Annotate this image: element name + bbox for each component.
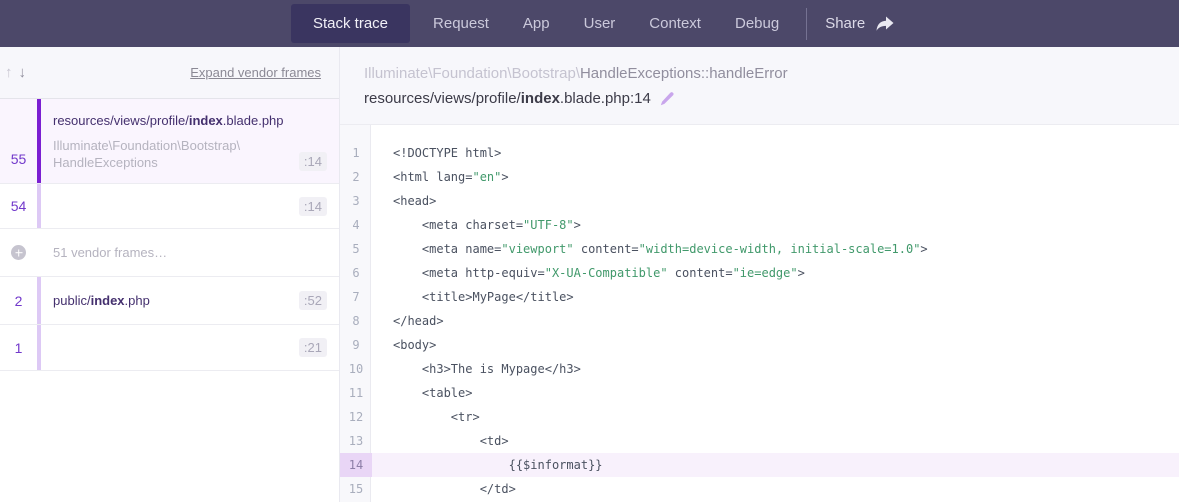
expand-plus-icon[interactable] (11, 245, 26, 260)
frame-line-number-badge: :14 (299, 197, 327, 216)
tab-user[interactable]: User (567, 2, 633, 45)
frame-number: 1 (0, 340, 37, 356)
tab-request[interactable]: Request (416, 2, 506, 45)
next-frame-arrow-icon[interactable]: ↓ (16, 62, 30, 83)
frame-file-path: public/index.php (41, 293, 299, 308)
expand-vendor-frames-link[interactable]: Expand vendor frames (190, 65, 321, 80)
top-nav: Stack trace Request App User Context Deb… (0, 0, 1179, 47)
code-line: 3<head> (340, 189, 1179, 213)
tab-stack-trace[interactable]: Stack trace (291, 4, 410, 43)
stack-frame-2[interactable]: 2 public/index.php :52 (0, 277, 339, 325)
exception-header: Illuminate\Foundation\Bootstrap\HandleEx… (340, 47, 1179, 125)
code-line: 10 <h3>The is Mypage</h3> (340, 357, 1179, 381)
edit-file-pencil-icon[interactable] (659, 91, 675, 107)
code-line: 7 <title>MyPage</title> (340, 285, 1179, 309)
sidebar-header: ↑ ↓ Expand vendor frames (0, 47, 339, 99)
code-line-highlighted: 14 {{$informat}} (340, 453, 1179, 477)
code-line: 11 <table> (340, 381, 1179, 405)
code-line: 9<body> (340, 333, 1179, 357)
stack-frame-55[interactable]: 55 resources/views/profile/index.blade.p… (0, 99, 339, 184)
share-label: Share (825, 15, 865, 32)
tab-context[interactable]: Context (632, 2, 718, 45)
code-line: 13 <td> (340, 429, 1179, 453)
frame-number: 2 (0, 293, 37, 309)
tab-app[interactable]: App (506, 2, 567, 45)
code-line: 4 <meta charset="UTF-8"> (340, 213, 1179, 237)
frame-number: 54 (0, 198, 37, 214)
share-button[interactable]: Share (811, 2, 909, 46)
code-line: 15 </td> (340, 477, 1179, 501)
code-viewer: 1<!DOCTYPE html> 2<html lang="en"> 3<hea… (340, 125, 1179, 502)
code-line: 12 <tr> (340, 405, 1179, 429)
previous-frame-arrow-icon[interactable]: ↑ (2, 62, 16, 83)
vendor-frames-toggle[interactable]: 51 vendor frames… (0, 229, 339, 277)
frame-file-path: resources/views/profile/index.blade.php (53, 113, 327, 128)
code-line: 1<!DOCTYPE html> (340, 141, 1179, 165)
tab-debug[interactable]: Debug (718, 2, 796, 45)
frame-line-number-badge: :21 (299, 338, 327, 357)
frame-accent-bar (37, 184, 41, 228)
vendor-frames-label: 51 vendor frames… (41, 245, 167, 260)
stack-frame-54[interactable]: 54 :14 (0, 184, 339, 229)
share-icon (875, 15, 895, 33)
exception-method: Illuminate\Foundation\Bootstrap\HandleEx… (364, 63, 1159, 85)
code-line: 5 <meta name="viewport" content="width=d… (340, 237, 1179, 261)
stack-frames-sidebar: ↑ ↓ Expand vendor frames 55 resources/vi… (0, 47, 340, 502)
code-line: 2<html lang="en"> (340, 165, 1179, 189)
stack-frame-1[interactable]: 1 :21 (0, 325, 339, 371)
frame-number: 55 (0, 151, 37, 183)
code-line: 6 <meta http-equiv="X-UA-Compatible" con… (340, 261, 1179, 285)
code-line: 8</head> (340, 309, 1179, 333)
nav-divider (806, 8, 807, 40)
frame-line-number-badge: :14 (299, 152, 327, 171)
frame-accent-bar (37, 325, 41, 370)
frame-line-number-badge: :52 (299, 291, 327, 310)
exception-file-path: resources/views/profile/index.blade.php:… (364, 87, 1159, 111)
frame-class-name: Illuminate\Foundation\Bootstrap\ HandleE… (53, 137, 299, 171)
main-panel: Illuminate\Foundation\Bootstrap\HandleEx… (340, 47, 1179, 502)
